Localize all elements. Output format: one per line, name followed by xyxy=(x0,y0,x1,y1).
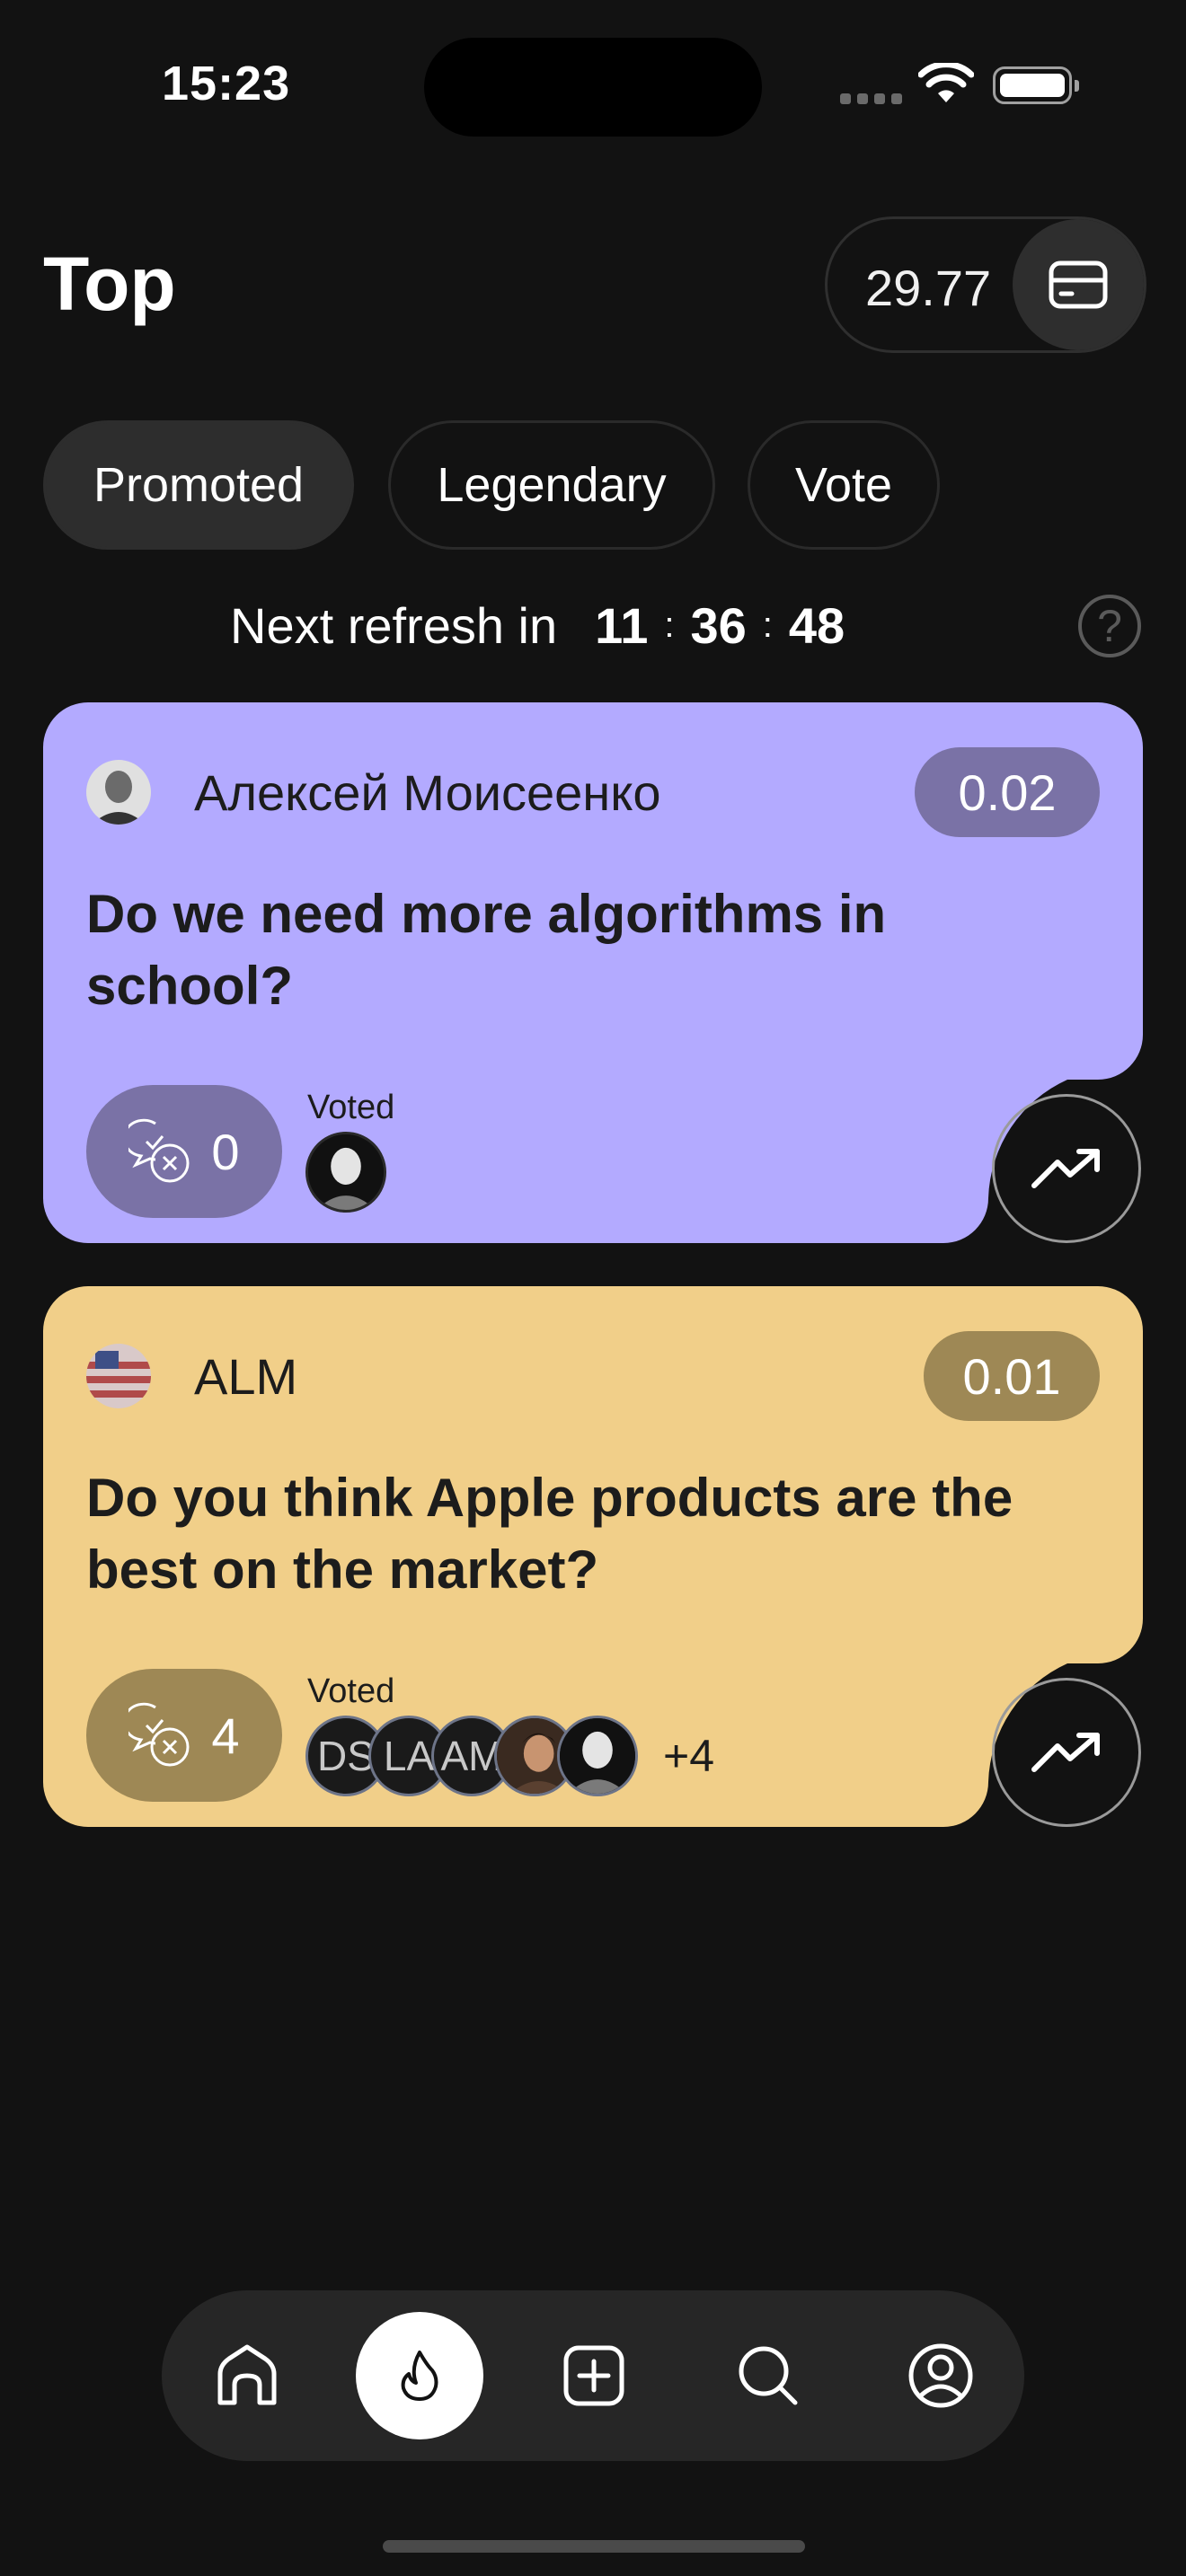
author-name[interactable]: ALM xyxy=(194,1347,297,1406)
vote-comments-icon xyxy=(128,1118,190,1183)
comments-button[interactable]: 4 xyxy=(86,1669,282,1802)
nav-profile[interactable] xyxy=(877,2312,1005,2439)
time-separator: : xyxy=(762,605,773,645)
home-icon xyxy=(217,2344,277,2405)
voter-avatar[interactable] xyxy=(305,1132,386,1213)
battery-icon xyxy=(993,66,1079,104)
bottom-navigation xyxy=(162,2290,1024,2461)
question-text[interactable]: Do we need more algorithms in school? xyxy=(86,878,1021,1022)
add-icon xyxy=(563,2345,624,2406)
home-indicator[interactable] xyxy=(383,2540,805,2553)
wallet-balance-button[interactable]: 29.77 xyxy=(825,216,1146,353)
voted-label: Voted xyxy=(307,1089,395,1126)
tab-vote[interactable]: Vote xyxy=(748,420,940,550)
voter-avatar[interactable] xyxy=(557,1716,638,1796)
nav-top[interactable] xyxy=(356,2312,483,2439)
status-time: 15:23 xyxy=(162,57,291,110)
trending-up-icon xyxy=(1031,1733,1100,1772)
voted-label: Voted xyxy=(307,1672,395,1710)
refresh-hours: 11 xyxy=(595,597,649,654)
question-card[interactable]: Алексей Моисеенко 0.02 Do we need more a… xyxy=(43,702,1143,1243)
comments-count: 4 xyxy=(211,1707,240,1764)
trending-up-icon xyxy=(1031,1149,1100,1188)
refresh-label: Next refresh in xyxy=(230,597,558,654)
author-avatar[interactable] xyxy=(86,760,151,825)
nav-create[interactable] xyxy=(530,2312,658,2439)
card-icon xyxy=(1049,260,1108,309)
tab-legendary[interactable]: Legendary xyxy=(388,420,715,550)
help-icon[interactable]: ? xyxy=(1078,595,1141,657)
time-separator: : xyxy=(664,605,675,645)
question-card[interactable]: ALM 0.01 Do you think Apple products are… xyxy=(43,1286,1143,1827)
vote-comments-icon xyxy=(128,1702,190,1767)
more-voters-count: +4 xyxy=(663,1731,715,1781)
refresh-countdown: Next refresh in 11 : 36 : 48 xyxy=(230,596,845,655)
refresh-minutes: 36 xyxy=(690,597,747,654)
page-title: Top xyxy=(43,242,176,326)
wallet-button[interactable] xyxy=(1013,219,1144,350)
reward-badge: 0.02 xyxy=(915,747,1100,837)
promote-button[interactable] xyxy=(992,1678,1141,1827)
question-text[interactable]: Do you think Apple products are the best… xyxy=(86,1462,1021,1606)
profile-icon xyxy=(908,2343,973,2408)
balance-value: 29.77 xyxy=(865,260,992,316)
comments-count: 0 xyxy=(211,1123,240,1180)
nav-search[interactable] xyxy=(704,2312,832,2439)
tab-promoted[interactable]: Promoted xyxy=(43,420,354,550)
author-avatar[interactable] xyxy=(86,1344,151,1408)
refresh-seconds: 48 xyxy=(788,597,845,654)
promote-button[interactable] xyxy=(992,1094,1141,1243)
voters-list[interactable]: DS LA AM +4 xyxy=(305,1716,714,1796)
comments-button[interactable]: 0 xyxy=(86,1085,282,1218)
cellular-signal-icon xyxy=(840,93,902,104)
author-name[interactable]: Алексей Моисеенко xyxy=(194,763,660,822)
nav-home[interactable] xyxy=(183,2312,311,2439)
wifi-icon xyxy=(918,63,974,102)
flame-icon xyxy=(401,2351,438,2401)
voters-list[interactable] xyxy=(305,1132,386,1213)
search-icon xyxy=(739,2346,798,2405)
reward-badge: 0.01 xyxy=(924,1331,1100,1421)
dynamic-island xyxy=(424,38,762,137)
